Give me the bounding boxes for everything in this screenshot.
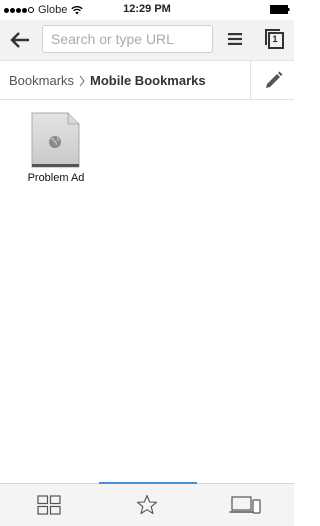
toolbar: 1 <box>0 20 294 60</box>
chevron-right-icon <box>79 75 85 86</box>
status-time: 12:29 PM <box>123 3 171 15</box>
grid-icon <box>37 495 61 515</box>
bookmark-item[interactable]: Problem Ad <box>20 112 92 192</box>
file-globe-icon <box>31 112 80 168</box>
divider <box>250 61 251 99</box>
breadcrumb-bar: Bookmarks Mobile Bookmarks <box>0 60 294 100</box>
other-devices-button[interactable] <box>196 490 294 520</box>
omnibox-input[interactable] <box>42 25 213 53</box>
bookmark-label: Problem Ad <box>27 172 85 184</box>
back-arrow-icon[interactable] <box>10 31 30 49</box>
battery-icon <box>270 5 290 14</box>
tab-switcher-button[interactable]: 1 <box>264 28 286 50</box>
breadcrumb: Bookmarks Mobile Bookmarks <box>9 73 206 88</box>
status-bar: Globe 12:29 PM <box>0 0 294 20</box>
breadcrumb-root[interactable]: Bookmarks <box>9 73 74 88</box>
bottom-nav <box>0 482 294 526</box>
edit-pencil-icon[interactable] <box>262 70 284 92</box>
menu-icon[interactable] <box>228 33 242 45</box>
breadcrumb-current: Mobile Bookmarks <box>90 73 206 88</box>
bookmarks-tab-button[interactable] <box>98 490 196 520</box>
tab-count: 1 <box>272 34 278 44</box>
star-icon <box>136 494 158 515</box>
active-tab-indicator <box>99 482 197 484</box>
most-visited-button[interactable] <box>0 490 98 520</box>
devices-icon <box>229 496 261 514</box>
